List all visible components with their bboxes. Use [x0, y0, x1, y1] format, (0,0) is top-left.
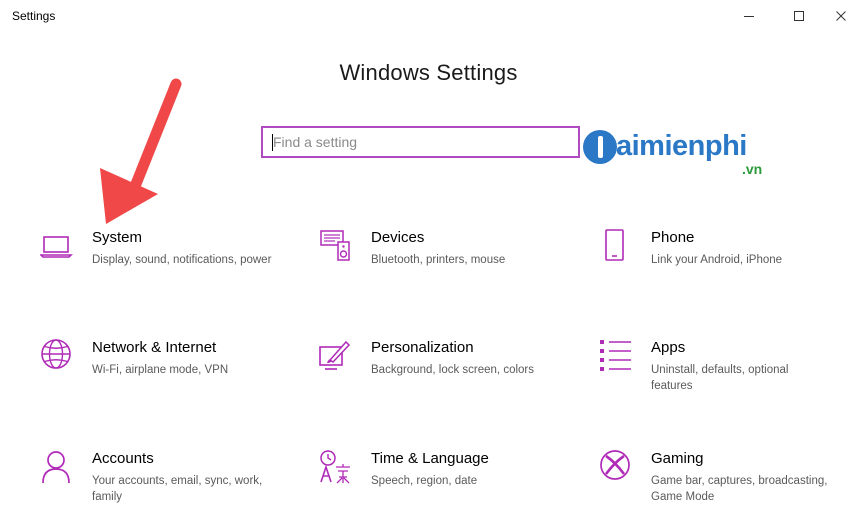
tile-gaming[interactable]: Gaming Game bar, captures, broadcasting,… [599, 450, 849, 506]
tile-description: Background, lock screen, colors [371, 364, 534, 376]
tile-description: Game bar, captures, broadcasting, Game M… [651, 475, 828, 503]
tile-personalization[interactable]: Personalization Background, lock screen,… [319, 339, 569, 419]
maximize-icon [794, 11, 804, 21]
tile-description: Wi-Fi, airplane mode, VPN [92, 364, 229, 376]
tile-description: Display, sound, notifications, power [92, 254, 272, 266]
tile-description: Bluetooth, printers, mouse [371, 254, 506, 266]
close-icon [836, 11, 846, 21]
title-bar: Settings [0, 0, 857, 32]
tile-phone[interactable]: Phone Link your Android, iPhone [599, 229, 849, 309]
tile-description: Uninstall, defaults, optional features [651, 364, 789, 392]
annotation-arrow-icon [100, 78, 182, 224]
tile-name: Apps [651, 339, 686, 356]
tile-name: Accounts [92, 450, 154, 467]
phone-icon [599, 229, 633, 263]
search-input[interactable] [273, 128, 563, 156]
tile-name: Phone [651, 229, 695, 246]
minimize-icon [744, 16, 754, 17]
tile-name: Time & Language [371, 450, 489, 467]
tile-network-internet[interactable]: Network & Internet Wi-Fi, airplane mode,… [40, 339, 290, 419]
time-language-icon [319, 450, 353, 484]
xbox-icon [599, 450, 633, 484]
tile-description: Your accounts, email, sync, work, family [92, 475, 263, 503]
tile-system[interactable]: System Display, sound, notifications, po… [40, 229, 290, 309]
devices-icon [319, 229, 353, 263]
watermark-logo-mark [583, 130, 617, 164]
search-box[interactable] [261, 126, 580, 158]
globe-icon [40, 339, 74, 373]
paintbrush-icon [319, 339, 353, 373]
tile-devices[interactable]: Devices Bluetooth, printers, mouse [319, 229, 569, 309]
window-title: Settings [12, 9, 56, 23]
tile-description: Link your Android, iPhone [651, 254, 783, 266]
laptop-icon [40, 229, 74, 263]
apps-list-icon [599, 339, 633, 373]
tile-accounts[interactable]: Accounts Your accounts, email, sync, wor… [40, 450, 290, 506]
tile-description: Speech, region, date [371, 475, 478, 487]
tile-apps[interactable]: Apps Uninstall, defaults, optional featu… [599, 339, 849, 419]
person-icon [40, 450, 74, 484]
tile-name: Devices [371, 229, 425, 246]
tile-name: System [92, 229, 143, 246]
tile-time-language[interactable]: Time & Language Speech, region, date [319, 450, 569, 506]
tile-name: Personalization [371, 339, 474, 356]
watermark-brand: aimienphi [616, 130, 747, 162]
close-button[interactable] [818, 0, 857, 32]
watermark-suffix: .vn [742, 161, 763, 177]
tile-name: Network & Internet [92, 339, 217, 356]
minimize-button[interactable] [726, 0, 772, 32]
tile-name: Gaming [651, 450, 704, 467]
maximize-button[interactable] [776, 0, 822, 32]
watermark-logo: aimienphi .vn [583, 128, 783, 180]
